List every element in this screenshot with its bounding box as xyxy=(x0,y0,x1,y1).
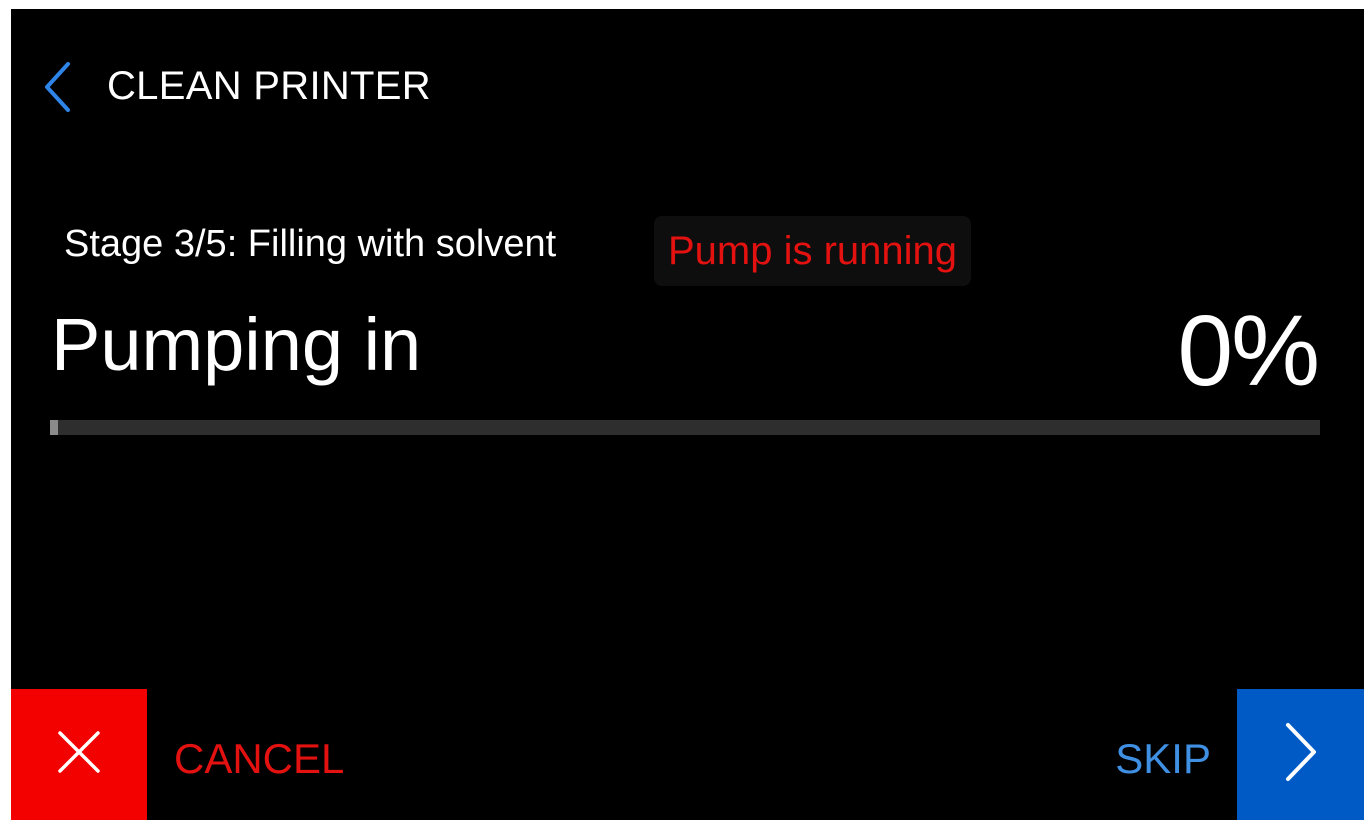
chevron-right-icon xyxy=(1283,722,1319,787)
header: CLEAN PRINTER xyxy=(11,9,1364,159)
status-badge: Pump is running xyxy=(654,216,972,286)
cancel-label[interactable]: CANCEL xyxy=(174,735,344,783)
cancel-button[interactable] xyxy=(11,689,147,820)
back-chevron-icon[interactable] xyxy=(42,61,74,113)
stage-label: Stage 3/5: Filling with solvent xyxy=(64,223,557,265)
skip-button[interactable] xyxy=(1237,689,1364,820)
progress-bar xyxy=(50,420,1320,435)
progress-percent: 0% xyxy=(1177,295,1320,407)
progress-bar-fill xyxy=(50,420,58,435)
skip-label[interactable]: SKIP xyxy=(1115,735,1211,783)
page-title: CLEAN PRINTER xyxy=(107,64,431,108)
close-icon xyxy=(57,730,101,779)
status-text: Pump is running xyxy=(668,228,958,273)
operation-label: Pumping in xyxy=(51,303,422,386)
screen: CLEAN PRINTER Stage 3/5: Filling with so… xyxy=(11,9,1364,820)
